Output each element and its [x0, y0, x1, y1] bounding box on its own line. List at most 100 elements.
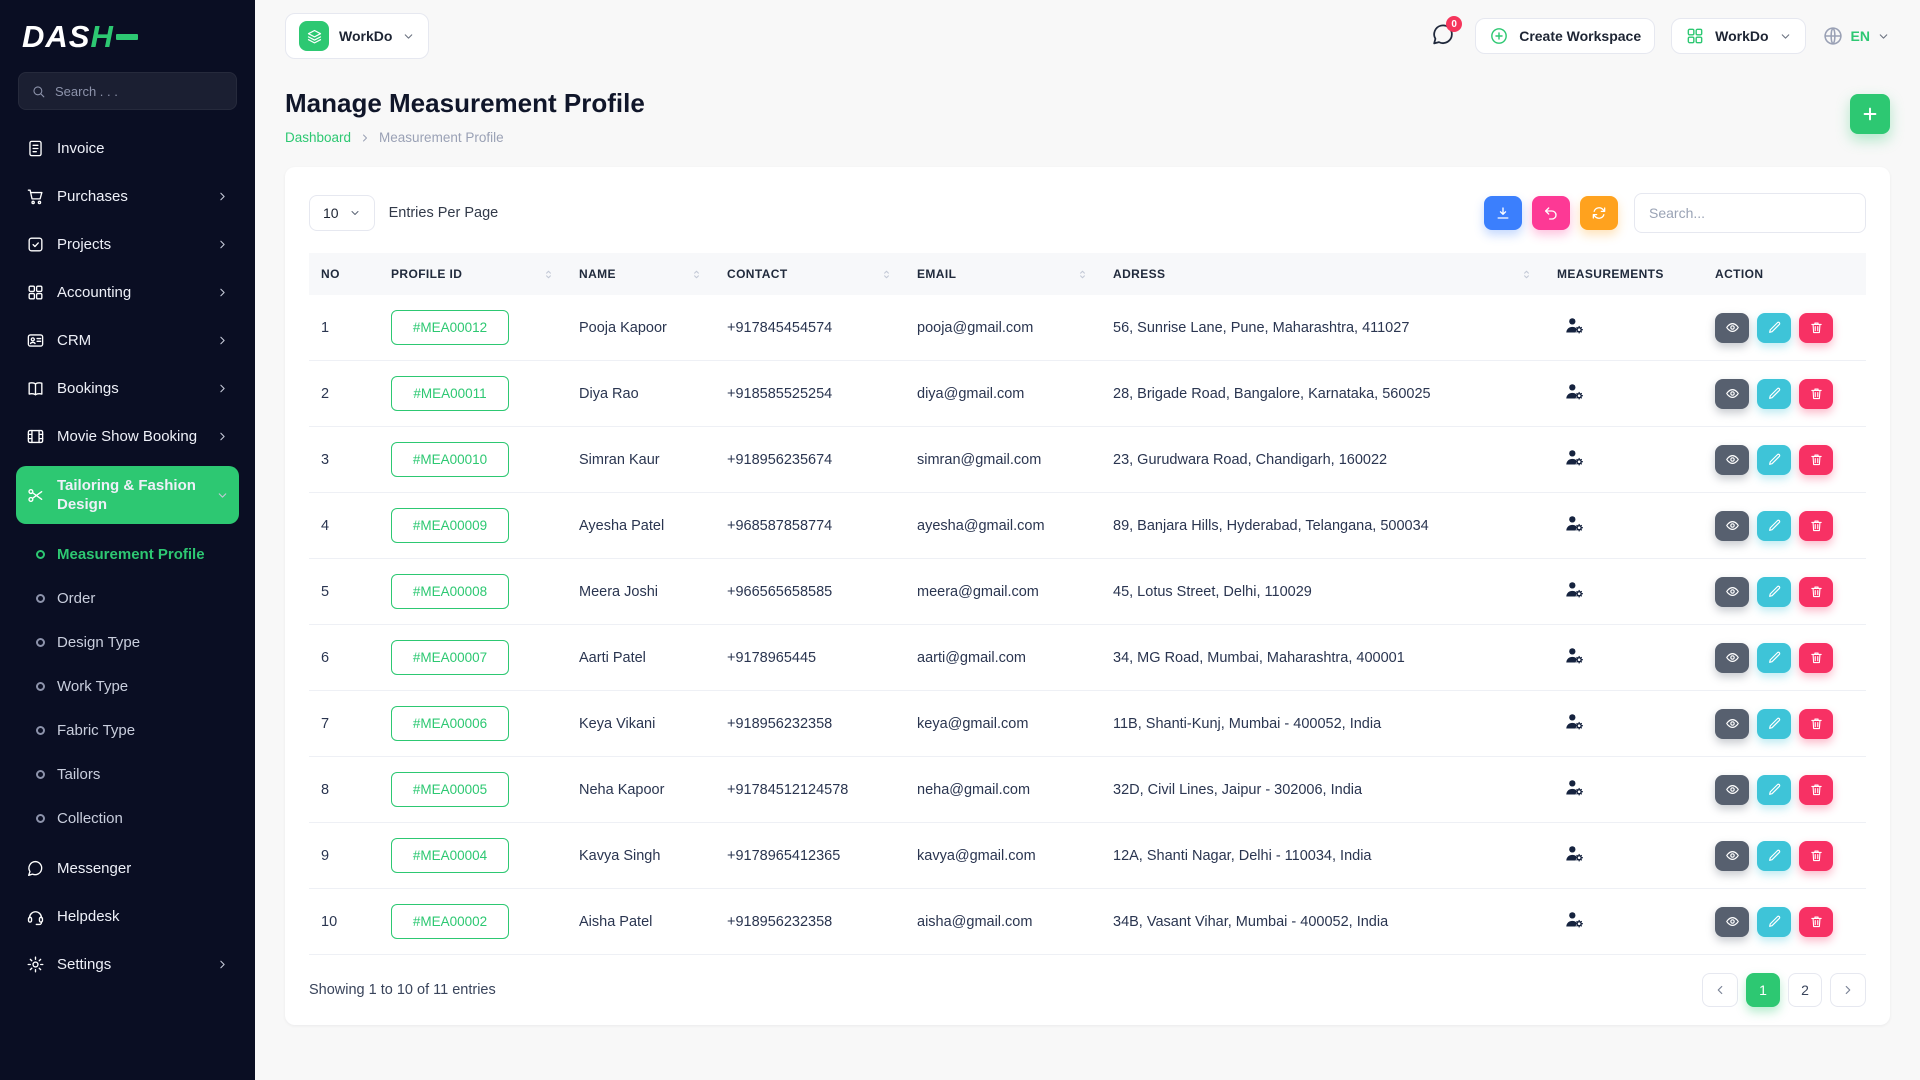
- sidebar-item-projects[interactable]: Projects: [16, 220, 239, 268]
- sidebar-subitem-collection[interactable]: Collection: [26, 796, 239, 840]
- sidebar-subitem-order[interactable]: Order: [26, 576, 239, 620]
- add-measurement-profile-button[interactable]: [1850, 94, 1890, 134]
- sidebar-item-crm[interactable]: CRM: [16, 316, 239, 364]
- column-header-profile-id[interactable]: PROFILE ID: [379, 253, 567, 295]
- delete-button[interactable]: [1799, 511, 1833, 541]
- cell-contact: +918585525254: [715, 361, 905, 427]
- edit-button[interactable]: [1757, 379, 1791, 409]
- column-header-email[interactable]: EMAIL: [905, 253, 1101, 295]
- export-button[interactable]: [1484, 196, 1522, 230]
- undo-button[interactable]: [1532, 196, 1570, 230]
- view-button[interactable]: [1715, 709, 1749, 739]
- sidebar-item-invoice[interactable]: Invoice: [16, 124, 239, 172]
- edit-button[interactable]: [1757, 445, 1791, 475]
- measurements-button[interactable]: [1561, 645, 1587, 669]
- measurements-button[interactable]: [1561, 447, 1587, 471]
- delete-button[interactable]: [1799, 577, 1833, 607]
- edit-button[interactable]: [1757, 313, 1791, 343]
- view-button[interactable]: [1715, 643, 1749, 673]
- sidebar-item-accounting[interactable]: Accounting: [16, 268, 239, 316]
- edit-button[interactable]: [1757, 709, 1791, 739]
- sidebar-item-purchases[interactable]: Purchases: [16, 172, 239, 220]
- edit-button[interactable]: [1757, 841, 1791, 871]
- company-menu[interactable]: WorkDo: [1671, 18, 1805, 54]
- edit-button[interactable]: [1757, 907, 1791, 937]
- messages-button[interactable]: 0: [1425, 19, 1459, 53]
- view-button[interactable]: [1715, 313, 1749, 343]
- view-button[interactable]: [1715, 841, 1749, 871]
- sidebar-item-settings[interactable]: Settings: [16, 940, 239, 988]
- measurements-button[interactable]: [1561, 777, 1587, 801]
- sidebar-item-tailoring-fashion-design[interactable]: Tailoring & Fashion Design: [16, 466, 239, 524]
- cell-contact: +91784512124578: [715, 757, 905, 823]
- sidebar-subitem-measurement-profile[interactable]: Measurement Profile: [26, 532, 239, 576]
- measurements-button[interactable]: [1561, 513, 1587, 537]
- measurements-button[interactable]: [1561, 315, 1587, 339]
- edit-button[interactable]: [1757, 511, 1791, 541]
- measurements-button[interactable]: [1561, 909, 1587, 933]
- delete-button[interactable]: [1799, 379, 1833, 409]
- sidebar-subitem-design-type[interactable]: Design Type: [26, 620, 239, 664]
- column-header-name[interactable]: NAME: [567, 253, 715, 295]
- view-button[interactable]: [1715, 907, 1749, 937]
- column-header-adress[interactable]: ADRESS: [1101, 253, 1545, 295]
- refresh-button[interactable]: [1580, 196, 1618, 230]
- edit-button[interactable]: [1757, 775, 1791, 805]
- workspace-switcher[interactable]: WorkDo: [285, 13, 429, 59]
- sidebar-item-movie-show-booking[interactable]: Movie Show Booking: [16, 412, 239, 460]
- view-button[interactable]: [1715, 379, 1749, 409]
- create-workspace-button[interactable]: Create Workspace: [1475, 18, 1655, 54]
- profile-id-pill: #MEA00011: [391, 376, 509, 411]
- delete-button[interactable]: [1799, 643, 1833, 673]
- sidebar-subitem-work-type[interactable]: Work Type: [26, 664, 239, 708]
- entries-per-page-select[interactable]: 10: [309, 195, 375, 231]
- measurements-button[interactable]: [1561, 843, 1587, 867]
- dot-icon: [36, 638, 45, 647]
- sidebar-item-messenger[interactable]: Messenger: [16, 844, 239, 892]
- view-button[interactable]: [1715, 445, 1749, 475]
- delete-button[interactable]: [1799, 907, 1833, 937]
- sidebar-nav: InvoicePurchasesProjectsAccountingCRMBoo…: [16, 124, 239, 1070]
- measurements-button[interactable]: [1561, 579, 1587, 603]
- table-card: 10 Entries Per Page: [285, 167, 1890, 1025]
- plus-icon: [1860, 104, 1880, 124]
- person-gear-icon: [1563, 645, 1586, 666]
- cell-contact: +9178965445: [715, 625, 905, 691]
- cell-no: 1: [309, 295, 379, 361]
- sidebar-item-bookings[interactable]: Bookings: [16, 364, 239, 412]
- breadcrumb-dashboard-link[interactable]: Dashboard: [285, 130, 351, 145]
- breadcrumb: Dashboard Measurement Profile: [285, 130, 645, 145]
- cell-email: simran@gmail.com: [905, 427, 1101, 493]
- delete-button[interactable]: [1799, 775, 1833, 805]
- cell-no: 2: [309, 361, 379, 427]
- next-page-button[interactable]: [1830, 973, 1866, 1007]
- delete-button[interactable]: [1799, 313, 1833, 343]
- view-button[interactable]: [1715, 775, 1749, 805]
- sidebar-search-input[interactable]: [55, 84, 224, 99]
- sidebar-item-helpdesk[interactable]: Helpdesk: [16, 892, 239, 940]
- edit-button[interactable]: [1757, 643, 1791, 673]
- table-search-input[interactable]: [1634, 193, 1866, 233]
- app-logo[interactable]: DASH: [16, 12, 239, 70]
- edit-button[interactable]: [1757, 577, 1791, 607]
- page-button-1[interactable]: 1: [1746, 973, 1780, 1007]
- measurements-button[interactable]: [1561, 711, 1587, 735]
- dot-icon: [36, 594, 45, 603]
- measurements-button[interactable]: [1561, 381, 1587, 405]
- cell-name: Ayesha Patel: [567, 493, 715, 559]
- prev-page-button[interactable]: [1702, 973, 1738, 1007]
- sidebar-subitem-tailors[interactable]: Tailors: [26, 752, 239, 796]
- delete-button[interactable]: [1799, 709, 1833, 739]
- table-row: 5#MEA00008Meera Joshi+966565658585meera@…: [309, 559, 1866, 625]
- column-header-contact[interactable]: CONTACT: [715, 253, 905, 295]
- delete-button[interactable]: [1799, 445, 1833, 475]
- cell-action: [1703, 295, 1866, 361]
- language-selector[interactable]: EN: [1822, 25, 1890, 47]
- delete-button[interactable]: [1799, 841, 1833, 871]
- cell-no: 8: [309, 757, 379, 823]
- view-button[interactable]: [1715, 577, 1749, 607]
- view-button[interactable]: [1715, 511, 1749, 541]
- page-button-2[interactable]: 2: [1788, 973, 1822, 1007]
- sidebar-subitem-fabric-type[interactable]: Fabric Type: [26, 708, 239, 752]
- chevron-right-icon: [216, 958, 229, 971]
